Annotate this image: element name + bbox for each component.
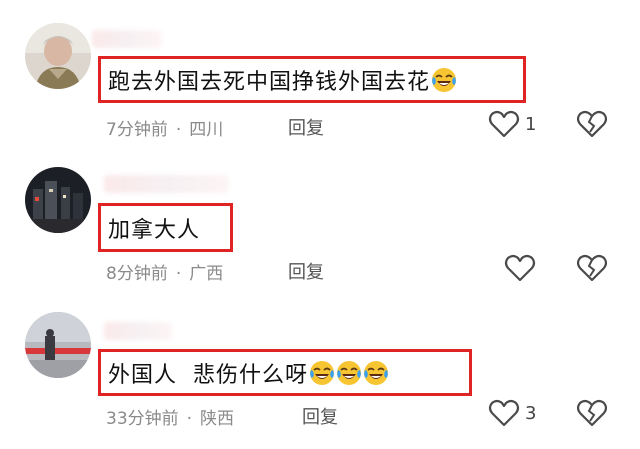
comment-text: 跑去外国去死中国挣钱外国去花 xyxy=(108,69,431,95)
comment-item: 加拿大人 8分钟前 · 广西 回复 xyxy=(0,150,640,300)
reply-button[interactable]: 回复 xyxy=(302,403,338,429)
comment-item: 跑去外国去死中国挣钱外国去花 7分钟前 · 四川 回复 1 xyxy=(0,0,640,150)
avatar[interactable] xyxy=(25,23,91,89)
comment-location: 陕西 xyxy=(200,409,235,429)
comment-time: 8分钟前 xyxy=(106,264,168,284)
reply-button[interactable]: 回复 xyxy=(288,258,324,284)
heart-outline-icon[interactable] xyxy=(488,398,520,428)
comment-meta: 8分钟前 · 广西 xyxy=(106,259,223,284)
comment-text-highlight: 外国人 悲伤什么呀 xyxy=(98,349,472,396)
laughing-crying-emoji-icon xyxy=(364,360,388,385)
heart-outline-icon[interactable] xyxy=(504,253,536,283)
avatar[interactable] xyxy=(25,167,91,233)
laughing-crying-emoji-icon xyxy=(310,360,334,385)
meta-separator: · xyxy=(186,409,193,429)
heart-outline-icon[interactable] xyxy=(488,109,520,139)
comment-item: 外国人 悲伤什么呀 33分钟前 · 陕西 回复 3 xyxy=(0,300,640,449)
comment-text: 加拿大人 xyxy=(108,217,201,243)
meta-separator: · xyxy=(175,264,182,284)
comment-time: 7分钟前 xyxy=(106,120,168,140)
username-blurred[interactable] xyxy=(104,322,172,340)
comment-location: 广西 xyxy=(189,264,224,284)
broken-heart-icon[interactable] xyxy=(577,398,607,428)
comment-text-highlight: 加拿大人 xyxy=(98,203,233,252)
comment-time: 33分钟前 xyxy=(106,409,179,429)
laughing-crying-emoji-icon xyxy=(432,67,457,92)
username-blurred[interactable] xyxy=(104,175,229,193)
like-count: 1 xyxy=(525,114,537,135)
laughing-crying-emoji-icon xyxy=(337,360,361,385)
comment-meta: 33分钟前 · 陕西 xyxy=(106,404,234,429)
broken-heart-icon[interactable] xyxy=(577,109,607,139)
comment-text-highlight: 跑去外国去死中国挣钱外国去花 xyxy=(98,56,526,103)
avatar[interactable] xyxy=(25,312,91,378)
comment-meta: 7分钟前 · 四川 xyxy=(106,115,223,140)
broken-heart-icon[interactable] xyxy=(577,253,607,283)
meta-separator: · xyxy=(175,120,182,140)
comment-text: 外国人 悲伤什么呀 xyxy=(108,362,308,388)
reply-button[interactable]: 回复 xyxy=(288,114,324,140)
comment-location: 四川 xyxy=(189,120,224,140)
username-blurred[interactable] xyxy=(92,30,162,48)
like-count: 3 xyxy=(525,403,537,424)
